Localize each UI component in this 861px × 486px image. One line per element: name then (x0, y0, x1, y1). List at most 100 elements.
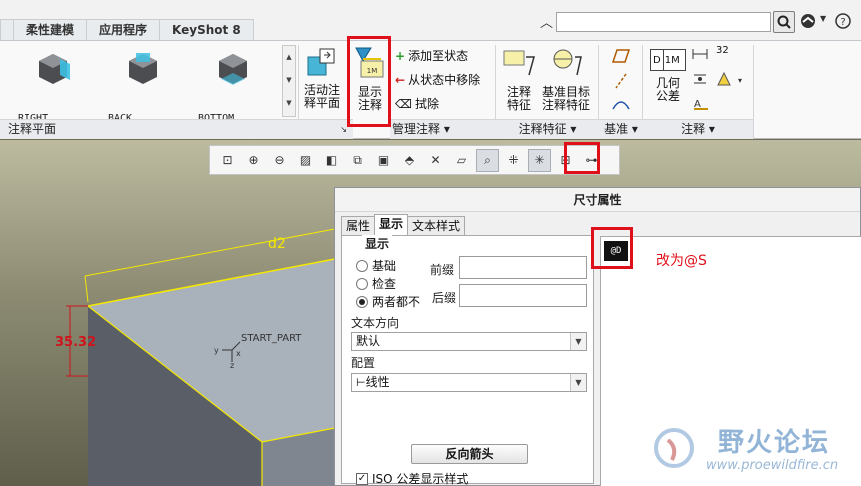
menu-tabs: 柔性建模 应用程序 KeyShot 8 (0, 19, 254, 40)
checkbox-checked[interactable]: ✓ (356, 472, 368, 485)
cube-right-icon (39, 54, 70, 84)
csys-label: START_PART (241, 333, 302, 344)
datum-display-icon[interactable]: ✕ (424, 149, 447, 172)
cube-back-icon (129, 53, 157, 84)
erase-button[interactable]: ⌫ 拭除 (395, 95, 439, 112)
view-manager-icon[interactable]: ▣ (372, 149, 395, 172)
reference-dimension-icon[interactable] (692, 71, 708, 87)
linear-dimension-icon: ⊢ (356, 376, 366, 389)
tab-text-style[interactable]: 文本样式 (407, 216, 466, 235)
radio-neither[interactable]: 两者都不 (356, 293, 420, 310)
text-direction-label: 文本方向 (351, 316, 400, 330)
chevron-down-icon: ▼ (570, 374, 586, 391)
refit-icon[interactable]: ⊡ (216, 149, 239, 172)
display-style-icon[interactable]: ◧ (320, 149, 343, 172)
group-manage-annotation[interactable]: 管理注释 ▾ (390, 119, 496, 139)
csys-display-icon[interactable]: ✳ (528, 148, 551, 172)
ordinate-dimension-icon[interactable]: 32 (716, 45, 729, 56)
iso-tolerance-checkbox[interactable]: ✓ ISO 公差显示样式 (356, 470, 468, 486)
remove-icon: ← (395, 72, 406, 87)
datum-curve-icon[interactable] (612, 97, 630, 111)
annotation-note: 改为@S (656, 253, 707, 269)
csys-axis-y: y (214, 346, 219, 355)
title-bar: 柔性建模 应用程序 KeyShot 8 ︿ ▼ ? (0, 0, 861, 40)
collapse-ribbon-icon[interactable]: ︿ (540, 12, 553, 31)
activate-annotation-plane-button[interactable]: 活动注 释平面 (302, 45, 342, 110)
perspective-icon[interactable]: ⬘ (398, 149, 421, 172)
symbol-icon[interactable]: ▾ (716, 71, 746, 87)
dimension-d2[interactable]: d2 (268, 236, 286, 252)
tab-applications[interactable]: 应用程序 (86, 19, 161, 40)
svg-text:▾: ▾ (738, 76, 742, 85)
chevron-down-icon: ▼ (570, 333, 586, 350)
suffix-field[interactable] (459, 284, 587, 307)
surface-finish-icon[interactable]: A (692, 95, 710, 111)
datum-axis-icon[interactable] (614, 73, 628, 89)
tab-display[interactable]: 显示 (374, 214, 409, 235)
dimension-icon[interactable] (692, 47, 708, 61)
watermark: 野火论坛 www.proewildfire.cn (648, 420, 858, 480)
view-gallery-scroll[interactable]: ▲ ▼ ▼ (282, 45, 296, 117)
repaint-icon[interactable]: ▨ (294, 149, 317, 172)
add-icon: + (395, 48, 406, 63)
radio-neither-circle[interactable] (356, 295, 368, 308)
dialog-launcher-icon[interactable]: ↘ (340, 120, 347, 139)
cube-bottom-icon (219, 54, 247, 85)
dimension-value[interactable]: 35.32 (55, 335, 96, 350)
group-annotation[interactable]: 注释 ▾ (643, 119, 753, 139)
group-annotation-feature[interactable]: 注释特征 ▾ (496, 119, 599, 139)
watermark-logo-icon (654, 428, 694, 468)
csys-axis-z: z (230, 361, 234, 370)
suffix-label: 后缀 (432, 291, 457, 305)
annotation-feature-button[interactable]: 注释 特征 (502, 45, 536, 112)
view-back-button[interactable]: BACK (108, 49, 178, 124)
prefix-label: 前缀 (430, 263, 455, 277)
divider (753, 45, 754, 139)
geometric-tolerance-button[interactable]: D 1M 几何 公差 (650, 45, 686, 103)
annotation-display-icon[interactable]: ⌕ (476, 148, 499, 172)
search-icon (777, 15, 791, 29)
help-question-icon[interactable]: ? (835, 13, 851, 29)
search-button[interactable] (773, 11, 795, 33)
point-display-icon[interactable]: ⁜ (502, 149, 525, 172)
tolerance-frame-icon: D 1M (650, 49, 686, 71)
highlight-annotation-toggle (564, 142, 600, 174)
text-direction-select[interactable]: 默认 ▼ (351, 332, 587, 351)
group-datum[interactable]: 基准 ▾ (599, 119, 643, 139)
zoom-out-icon[interactable]: ⊖ (268, 149, 291, 172)
ribbon: RIGHT BACK BOTTOM ▲▼▼ 活动注 释平面 (0, 40, 861, 139)
radio-basic-circle[interactable] (356, 259, 368, 272)
highlight-dimension-symbol (591, 227, 633, 269)
help-icon[interactable] (800, 13, 816, 29)
radio-inspection[interactable]: 检查 (356, 275, 396, 292)
zoom-in-icon[interactable]: ⊕ (242, 149, 265, 172)
tab-properties[interactable]: 属性 (341, 216, 376, 235)
dialog-title: 尺寸属性 (335, 188, 860, 212)
add-to-state-button[interactable]: + 添加至状态 (395, 47, 468, 64)
flip-arrows-button[interactable]: 反向箭头 (411, 444, 528, 464)
tab-previous[interactable] (0, 19, 14, 40)
view-bottom-button[interactable]: BOTTOM (198, 49, 268, 124)
placement-select[interactable]: ⊢线性 ▼ (351, 373, 587, 392)
section-display-label: 显示 (362, 235, 393, 252)
prefix-field[interactable] (459, 256, 587, 279)
svg-text:?: ? (840, 17, 845, 28)
search-input[interactable] (556, 12, 771, 32)
radio-inspection-circle[interactable] (356, 277, 368, 290)
dropdown-arrow-icon[interactable]: ▼ (820, 14, 826, 23)
radio-basic[interactable]: 基础 (356, 257, 396, 274)
plane-display-icon[interactable]: ▱ (450, 149, 473, 172)
datum-plane-icon[interactable] (612, 49, 630, 63)
view-toolbar: ⊡ ⊕ ⊖ ▨ ◧ ⧉ ▣ ⬘ ✕ ▱ ⌕ ⁜ ✳ ⊟ ⊶ (209, 145, 620, 175)
tab-flexible-modeling[interactable]: 柔性建模 (13, 19, 88, 40)
watermark-url: www.proewildfire.cn (706, 458, 839, 473)
view-right-button[interactable]: RIGHT (18, 49, 88, 124)
watermark-name: 野火论坛 (718, 428, 831, 458)
placement-label: 配置 (351, 356, 376, 370)
datum-target-feature-button[interactable]: 基准目标 注释特征 (538, 45, 594, 112)
tab-keyshot[interactable]: KeyShot 8 (159, 19, 254, 40)
datum-target-icon (553, 49, 582, 76)
dialog-tabs: 属性 显示 文本样式 (341, 214, 466, 235)
saved-orientations-icon[interactable]: ⧉ (346, 149, 369, 172)
remove-from-state-button[interactable]: ← 从状态中移除 (395, 71, 480, 88)
